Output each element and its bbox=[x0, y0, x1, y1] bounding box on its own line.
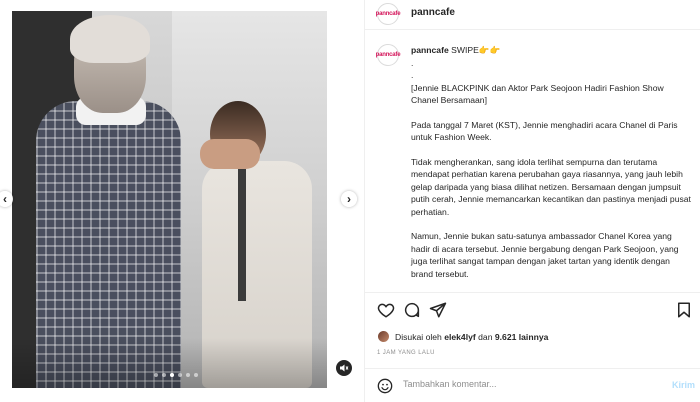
post-header: panncafe panncafe bbox=[365, 0, 700, 30]
caption-username[interactable]: panncafe bbox=[411, 45, 449, 55]
avatar-logo-text: panncafe bbox=[375, 52, 401, 58]
likes-prefix: Disukai oleh bbox=[395, 331, 442, 342]
carousel-dot bbox=[154, 373, 158, 377]
carousel-dot bbox=[162, 373, 166, 377]
likes-middle: dan bbox=[478, 331, 493, 342]
caption-paragraph: Namun, Jennie bukan satu-satunya ambassa… bbox=[411, 231, 679, 279]
avatar-logo-text: panncafe bbox=[375, 11, 401, 17]
carousel-indicator bbox=[154, 373, 198, 377]
caption-section: panncafe panncafe SWIPE👉👉 . . [Jennie BL… bbox=[365, 38, 700, 290]
comment-bar: Kirim bbox=[365, 368, 700, 402]
caption-dot: . bbox=[411, 70, 414, 80]
likes-count[interactable]: 9.621 lainnya bbox=[495, 332, 549, 342]
comment-bubble-icon[interactable] bbox=[403, 301, 421, 319]
liker-avatar[interactable] bbox=[377, 330, 390, 343]
instagram-post-window: ‹ › panncafe panncafe panncafe panncafe … bbox=[0, 0, 700, 402]
caption-avatar[interactable]: panncafe bbox=[375, 44, 401, 66]
carousel-dot bbox=[186, 373, 190, 377]
username-link[interactable]: panncafe bbox=[411, 7, 455, 18]
caption-paragraph: Tidak mengherankan, sang idola terlihat … bbox=[411, 156, 691, 217]
carousel-dot bbox=[178, 373, 182, 377]
post-media: ‹ › bbox=[0, 0, 364, 402]
caption-title: [Jennie BLACKPINK dan Aktor Park Seojoon… bbox=[411, 82, 664, 106]
post-timestamp[interactable]: 1 JAM YANG LALU bbox=[377, 350, 435, 356]
carousel-dot bbox=[194, 373, 198, 377]
caption-lead: SWIPE👉👉 bbox=[451, 45, 501, 55]
caption-text: panncafe SWIPE👉👉 . . [Jennie BLACKPINK d… bbox=[411, 44, 691, 290]
chevron-right-icon[interactable]: › bbox=[341, 191, 357, 207]
post-sidebar: panncafe panncafe panncafe panncafe SWIP… bbox=[364, 0, 700, 402]
carousel-dot-active bbox=[170, 373, 174, 377]
comment-input[interactable] bbox=[403, 379, 653, 389]
paper-plane-icon[interactable] bbox=[429, 301, 447, 319]
speaker-muted-icon[interactable] bbox=[336, 360, 352, 376]
bookmark-icon[interactable] bbox=[675, 301, 693, 319]
liker-username[interactable]: elek4lyf bbox=[444, 332, 476, 342]
action-bar bbox=[365, 292, 700, 326]
post-comment-button[interactable]: Kirim bbox=[672, 380, 695, 390]
avatar[interactable]: panncafe bbox=[375, 3, 401, 25]
heart-icon[interactable] bbox=[377, 301, 395, 319]
smiley-icon[interactable] bbox=[377, 378, 393, 394]
caption-dot: . bbox=[411, 57, 414, 68]
post-photo[interactable] bbox=[12, 11, 327, 388]
caption-paragraph: Pada tanggal 7 Maret (KST), Jennie mengh… bbox=[411, 119, 678, 143]
likes-summary: Disukai oleh elek4lyf dan 9.621 lainnya bbox=[377, 330, 548, 343]
